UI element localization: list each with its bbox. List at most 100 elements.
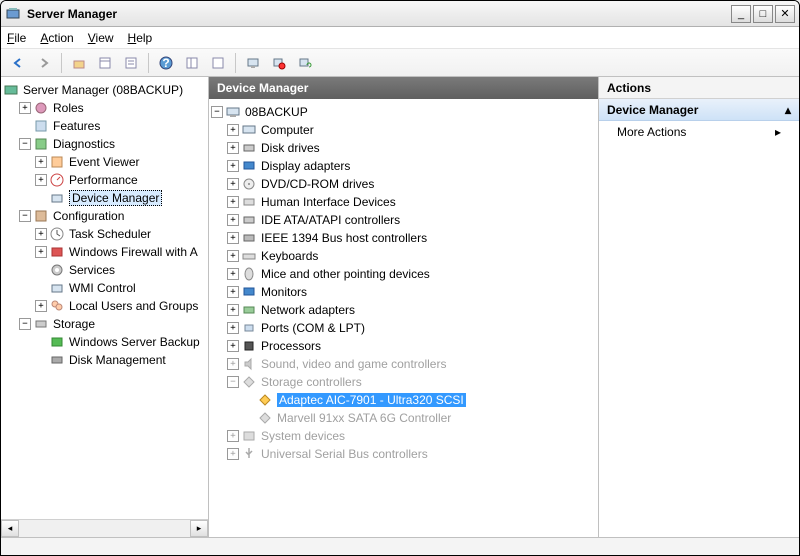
keyboards-category[interactable]: Keyboards [261,249,318,263]
monitors-category[interactable]: Monitors [261,285,307,299]
expander-icon[interactable]: + [227,196,239,208]
local-users-item[interactable]: Local Users and Groups [69,299,198,313]
back-button[interactable] [7,52,29,74]
expander-icon[interactable]: + [227,322,239,334]
properties-icon[interactable] [94,52,116,74]
performance-item[interactable]: Performance [69,173,138,187]
expander-icon[interactable]: + [227,124,239,136]
minimize-button[interactable]: _ [731,5,751,23]
processor-icon [241,338,257,354]
network-category[interactable]: Network adapters [261,303,355,317]
scrollbar-horizontal[interactable]: ◂ ▸ [1,519,208,537]
marvell-device[interactable]: Marvell 91xx SATA 6G Controller [277,411,451,425]
event-viewer-item[interactable]: Event Viewer [69,155,139,169]
close-button[interactable]: ✕ [775,5,795,23]
refresh-icon[interactable] [294,52,316,74]
diagnostics-item[interactable]: Diagnostics [53,137,115,151]
expander-icon[interactable]: + [35,246,47,258]
task-scheduler-item[interactable]: Task Scheduler [69,227,151,241]
expander-icon[interactable]: + [35,300,47,312]
expander-icon[interactable]: + [227,340,239,352]
expander-icon[interactable]: − [19,210,31,222]
dvd-icon [241,176,257,192]
disk-icon [241,140,257,156]
expander-icon[interactable]: + [227,250,239,262]
scroll-right-icon[interactable]: ▸ [190,520,208,537]
firewall-item[interactable]: Windows Firewall with A [69,245,198,259]
computer-icon[interactable] [242,52,264,74]
device-manager-item[interactable]: Device Manager [69,190,162,206]
ide-icon [241,212,257,228]
help-icon[interactable]: ? [155,52,177,74]
expander-icon[interactable]: − [19,318,31,330]
usb-category[interactable]: Universal Serial Bus controllers [261,447,428,461]
scan-icon[interactable] [268,52,290,74]
expander-icon[interactable]: + [227,160,239,172]
services-item[interactable]: Services [69,263,115,277]
configuration-item[interactable]: Configuration [53,209,124,223]
server-tree[interactable]: Server Manager (08BACKUP) + Roles Feature… [1,77,208,519]
menu-view[interactable]: View [88,31,114,45]
expander-icon[interactable]: + [35,228,47,240]
disk-drives-category[interactable]: Disk drives [261,141,320,155]
display-category[interactable]: Display adapters [261,159,350,173]
expander-icon[interactable]: + [35,174,47,186]
expander-icon[interactable]: − [19,138,31,150]
actions-subheader[interactable]: Device Manager ▴ [599,99,799,121]
menu-file[interactable]: File [7,31,26,45]
expander-icon[interactable]: + [227,304,239,316]
firewall-icon [49,244,65,260]
system-devices-category[interactable]: System devices [261,429,345,443]
up-icon[interactable] [68,52,90,74]
expander-icon[interactable]: + [19,102,31,114]
menu-help[interactable]: Help [128,31,153,45]
expander-icon[interactable]: − [211,106,223,118]
forward-button[interactable] [33,52,55,74]
expander-icon[interactable]: + [227,268,239,280]
features-item[interactable]: Features [53,119,100,133]
hid-category[interactable]: Human Interface Devices [261,195,396,209]
expander-icon[interactable]: − [227,376,239,388]
gear-icon [49,262,65,278]
ide-category[interactable]: IDE ATA/ATAPI controllers [261,213,400,227]
list-icon[interactable] [120,52,142,74]
layout-icon[interactable] [181,52,203,74]
expander-icon[interactable]: + [227,214,239,226]
maximize-button[interactable]: □ [753,5,773,23]
expander-icon[interactable]: + [227,430,239,442]
tree-root[interactable]: Server Manager (08BACKUP) [23,83,183,97]
expander-icon[interactable]: + [35,156,47,168]
backup-item[interactable]: Windows Server Backup [69,335,200,349]
expander-icon[interactable]: + [227,142,239,154]
device-root[interactable]: 08BACKUP [245,105,308,119]
disk-mgmt-item[interactable]: Disk Management [69,353,166,367]
ports-icon [241,320,257,336]
disk-icon [49,352,65,368]
expander-icon[interactable]: + [227,448,239,460]
collapse-icon[interactable]: ▴ [785,103,791,117]
ieee1394-category[interactable]: IEEE 1394 Bus host controllers [261,231,427,245]
expander-icon[interactable]: + [227,178,239,190]
sound-category[interactable]: Sound, video and game controllers [261,357,446,371]
device-tree[interactable]: − 08BACKUP + Computer + Disk drives + Displa… [209,99,598,537]
more-actions-item[interactable]: More Actions ▸ [599,121,799,143]
adaptec-device[interactable]: Adaptec AIC-7901 - Ultra320 SCSI [277,393,466,407]
expander-icon[interactable]: + [227,286,239,298]
configuration-icon [33,208,49,224]
processors-category[interactable]: Processors [261,339,321,353]
scroll-left-icon[interactable]: ◂ [1,520,19,537]
expander-icon[interactable]: + [227,232,239,244]
expander-icon[interactable]: + [227,358,239,370]
roles-item[interactable]: Roles [53,101,84,115]
left-pane: Server Manager (08BACKUP) + Roles Feature… [1,77,209,537]
monitor-icon [241,284,257,300]
mice-category[interactable]: Mice and other pointing devices [261,267,430,281]
computer-category[interactable]: Computer [261,123,314,137]
storage-item[interactable]: Storage [53,317,95,331]
storage-controllers-category[interactable]: Storage controllers [261,375,362,389]
ports-category[interactable]: Ports (COM & LPT) [261,321,365,335]
window-icon[interactable] [207,52,229,74]
dvd-category[interactable]: DVD/CD-ROM drives [261,177,374,191]
wmi-item[interactable]: WMI Control [69,281,136,295]
menu-action[interactable]: Action [40,31,73,45]
